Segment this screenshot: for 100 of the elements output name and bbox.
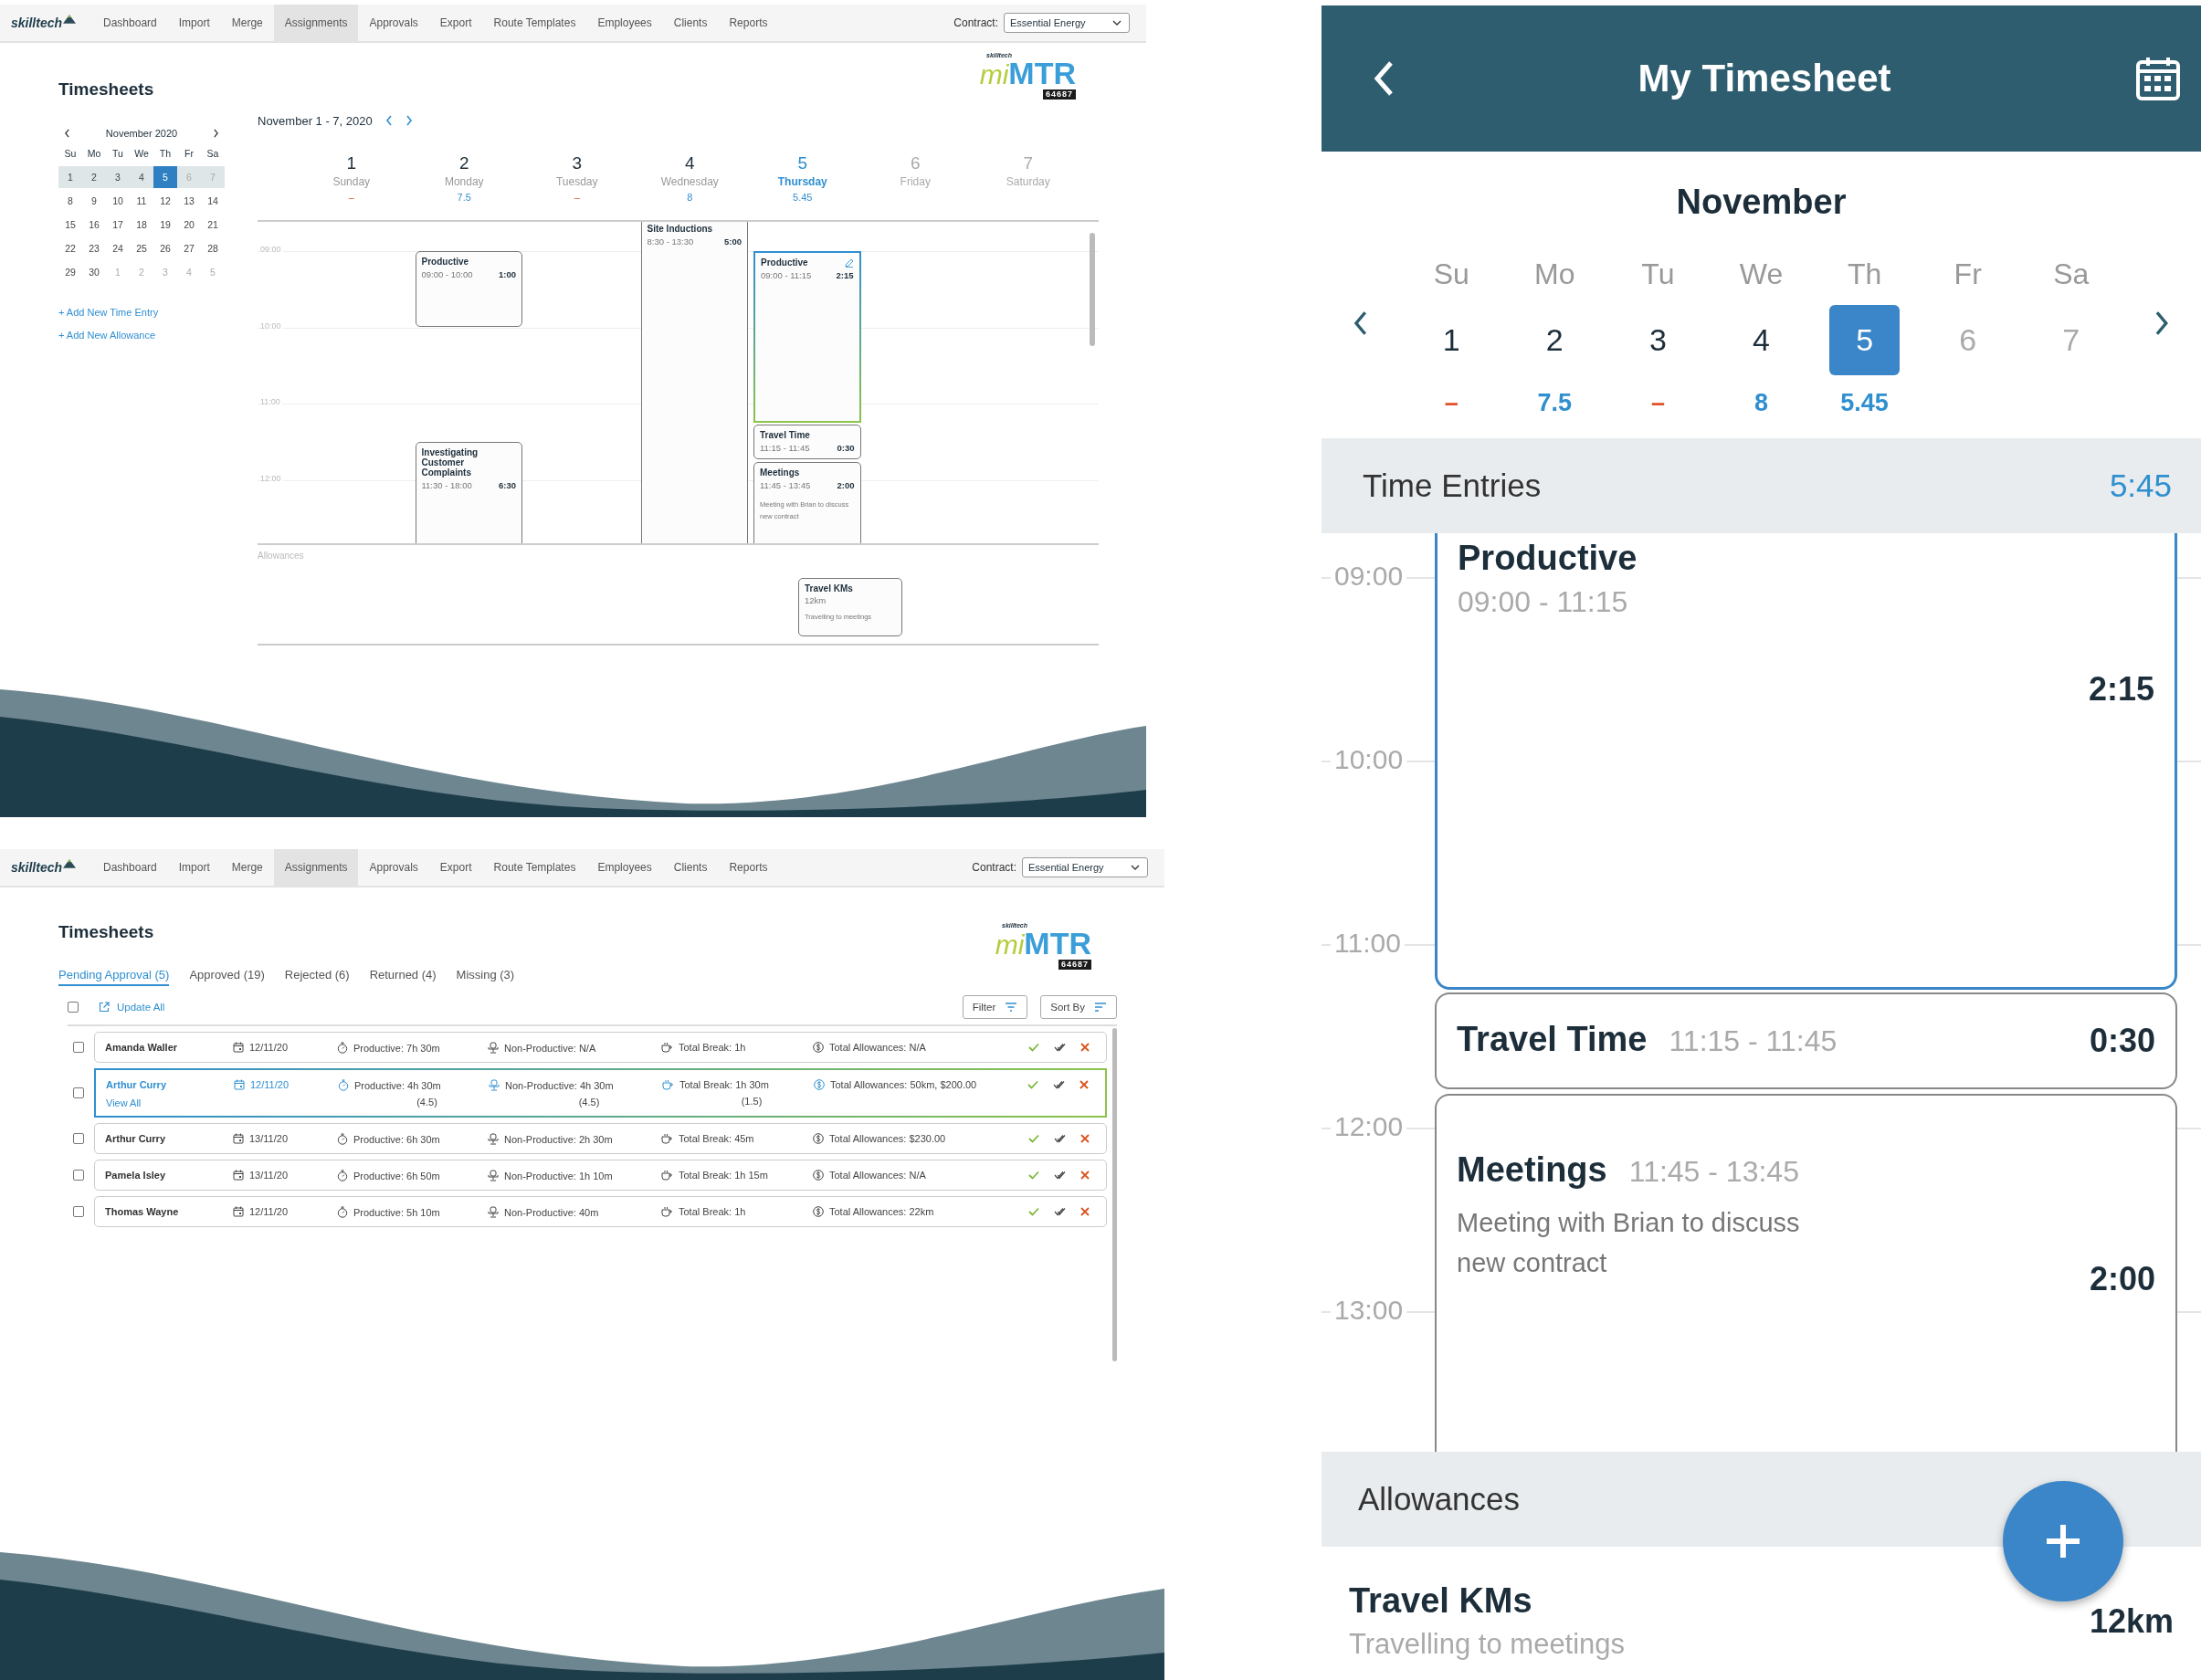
time-entry-card[interactable]: Productive 09:00 - 11:15 2:15	[1435, 533, 2177, 990]
nav-tab[interactable]: Employees	[586, 5, 663, 41]
calendar-day[interactable]: 2	[82, 166, 106, 188]
add-link[interactable]: + Add New Allowance	[58, 330, 258, 341]
scrollbar[interactable]	[1090, 233, 1095, 346]
day-number[interactable]: 2	[458, 152, 469, 174]
calendar-day[interactable]: 14	[201, 190, 225, 212]
status-tab[interactable]: Approved (19)	[189, 968, 265, 986]
nav-tab[interactable]: Import	[167, 849, 221, 886]
nav-tab[interactable]: Import	[167, 5, 221, 41]
calendar-day[interactable]: 24	[106, 237, 130, 259]
cross-icon[interactable]	[1080, 1171, 1090, 1180]
calendar-day[interactable]: 5	[153, 166, 177, 188]
calendar-day[interactable]: 30	[82, 261, 106, 283]
calendar-icon[interactable]	[2135, 56, 2181, 101]
time-entry-card[interactable]: Productive 09:00 - 11:15 2:15	[753, 251, 861, 423]
nav-tab[interactable]: Assignments	[273, 5, 359, 41]
filter-button[interactable]: Filter	[962, 995, 1028, 1019]
nav-tab[interactable]: Export	[428, 849, 483, 886]
calendar-day[interactable]: 28	[201, 237, 225, 259]
nav-tab[interactable]: Clients	[662, 849, 719, 886]
calendar-day[interactable]: 19	[153, 214, 177, 236]
sort-button[interactable]: Sort By	[1040, 995, 1117, 1019]
calendar-day[interactable]: 8	[58, 190, 82, 212]
check-icon[interactable]	[1028, 1171, 1039, 1180]
check-icon[interactable]	[1028, 1043, 1039, 1052]
chevron-right-icon[interactable]	[2154, 310, 2169, 336]
day-number[interactable]: 3	[1622, 305, 1693, 375]
timesheet-row[interactable]: Arthur Curry 13/11/20 Productive: 6h 30m Non-Productive: 2h 30m Total Break: 45m Total Allowances: $230.00	[94, 1123, 1107, 1154]
nav-tab[interactable]: Employees	[586, 849, 663, 886]
calendar-day[interactable]: 9	[82, 190, 106, 212]
double-check-icon[interactable]	[1053, 1080, 1065, 1089]
calendar-day[interactable]: 12	[153, 190, 177, 212]
time-entry-card[interactable]: Investigating Customer Complaints 11:30 - 18:00 6:30	[415, 442, 522, 543]
nav-tab[interactable]: Dashboard	[92, 849, 168, 886]
nav-tab[interactable]: Route Templates	[482, 849, 587, 886]
calendar-day[interactable]: 15	[58, 214, 82, 236]
update-all-link[interactable]: Update All	[117, 1002, 165, 1013]
calendar-day[interactable]: 10	[106, 190, 130, 212]
day-number[interactable]: 5	[797, 152, 808, 174]
calendar-day[interactable]: 29	[58, 261, 82, 283]
day-number[interactable]: 2	[1519, 305, 1590, 375]
chevron-left-icon[interactable]	[1353, 310, 1368, 336]
time-entry-card[interactable]: Travel Time 11:15 - 11:45 0:30	[753, 425, 861, 459]
select-all-checkbox[interactable]	[68, 1002, 79, 1013]
calendar-day[interactable]: 4	[130, 166, 153, 188]
contract-select[interactable]: Essential Energy	[1022, 857, 1148, 877]
day-number[interactable]: 4	[684, 152, 695, 174]
status-tab[interactable]: Returned (4)	[369, 968, 437, 986]
contract-select[interactable]: Essential Energy	[1004, 13, 1130, 33]
timesheet-row[interactable]: Amanda Waller 12/11/20 Productive: 7h 30m Non-Productive: N/A Total Break: 1h Total Allowances: N/A	[94, 1032, 1107, 1063]
double-check-icon[interactable]	[1054, 1043, 1066, 1052]
view-all-link[interactable]: View All	[106, 1097, 234, 1108]
row-checkbox[interactable]	[73, 1087, 84, 1098]
calendar-day[interactable]: 25	[130, 237, 153, 259]
double-check-icon[interactable]	[1054, 1171, 1066, 1180]
day-number[interactable]: 1	[1416, 305, 1487, 375]
calendar-day[interactable]: 13	[177, 190, 201, 212]
nav-tab[interactable]: Merge	[220, 849, 274, 886]
nav-tab[interactable]: Reports	[718, 5, 779, 41]
status-tab[interactable]: Pending Approval (5)	[58, 968, 170, 986]
calendar-day[interactable]: 18	[130, 214, 153, 236]
timesheet-row[interactable]: Pamela Isley 13/11/20 Productive: 6h 50m Non-Productive: 1h 10m Total Break: 1h 15m Total Allowances: N/A	[94, 1160, 1107, 1191]
pencil-icon[interactable]	[844, 257, 854, 268]
day-number[interactable]: 1	[346, 152, 357, 174]
calendar-day[interactable]: 1	[58, 166, 82, 188]
chevron-left-icon[interactable]	[64, 129, 70, 138]
day-number[interactable]: 5	[1829, 305, 1901, 375]
nav-tab[interactable]: Approvals	[358, 5, 429, 41]
nav-tab[interactable]: Assignments	[273, 849, 359, 886]
row-checkbox[interactable]	[73, 1206, 84, 1217]
calendar-day[interactable]: 23	[82, 237, 106, 259]
timesheet-row[interactable]: Arthur Curry View All 12/11/20 Productive: 4h 30m (4.5) Non-Productive: 4h 30m (4.5) Total Break: 1h 30m (1.5) Total Allowances: 50km, $200.00	[94, 1068, 1107, 1118]
check-icon[interactable]	[1028, 1207, 1039, 1216]
timesheet-row[interactable]: Thomas Wayne 12/11/20 Productive: 5h 10m Non-Productive: 40m Total Break: 1h Total Allowances: 22km	[94, 1196, 1107, 1227]
calendar-day[interactable]: 11	[130, 190, 153, 212]
time-entry-card[interactable]: Site Inductions 8:30 - 13:30 5:00	[640, 222, 748, 543]
calendar-day[interactable]: 17	[106, 214, 130, 236]
status-tab[interactable]: Missing (3)	[456, 968, 515, 986]
nav-tab[interactable]: Route Templates	[482, 5, 587, 41]
row-checkbox[interactable]	[73, 1133, 84, 1144]
nav-tab[interactable]: Dashboard	[92, 5, 168, 41]
chevron-right-icon[interactable]	[213, 129, 219, 138]
time-entry-card[interactable]: Travel Time 11:15 - 11:45 0:30	[1435, 992, 2177, 1089]
nav-tab[interactable]: Export	[428, 5, 483, 41]
cross-icon[interactable]	[1080, 1134, 1090, 1143]
nav-tab[interactable]: Clients	[662, 5, 719, 41]
cross-icon[interactable]	[1080, 1207, 1090, 1216]
check-icon[interactable]	[1028, 1134, 1039, 1143]
day-number[interactable]: 3	[572, 152, 583, 174]
add-link[interactable]: + Add New Time Entry	[58, 307, 258, 318]
row-checkbox[interactable]	[73, 1042, 84, 1053]
double-check-icon[interactable]	[1054, 1207, 1066, 1216]
cross-icon[interactable]	[1079, 1080, 1089, 1089]
calendar-day[interactable]: 27	[177, 237, 201, 259]
time-entry-card[interactable]: Meetings 11:45 - 13:45 Meeting with Brian to discuss new contract 2:00	[1435, 1094, 2177, 1452]
time-entry-card[interactable]: Productive 09:00 - 10:00 1:00	[415, 251, 522, 327]
row-checkbox[interactable]	[73, 1170, 84, 1181]
calendar-day[interactable]: 21	[201, 214, 225, 236]
back-icon[interactable]	[1374, 60, 1394, 97]
